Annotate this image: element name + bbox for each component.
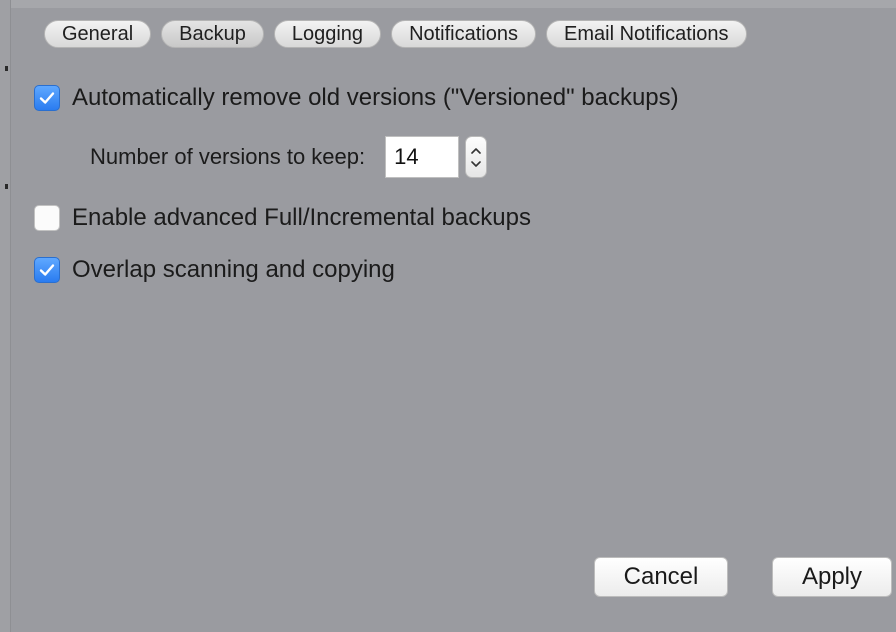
versions-label: Number of versions to keep: (90, 144, 366, 169)
window-left-edge (0, 0, 11, 632)
auto-remove-label: Automatically remove old versions ("Vers… (72, 84, 679, 111)
checkmark-icon (39, 264, 55, 276)
advanced-label: Enable advanced Full/Incremental backups (72, 204, 531, 231)
chevron-up-icon[interactable] (471, 147, 481, 154)
auto-remove-option[interactable]: Automatically remove old versions ("Vers… (34, 84, 679, 112)
versions-row: Number of versions to keep: 14 (90, 136, 488, 178)
preferences-window: General Backup Logging Notifications Ema… (0, 0, 896, 632)
tab-general[interactable]: General (44, 20, 152, 48)
versions-input[interactable]: 14 (385, 136, 460, 178)
tab-email-notifications[interactable]: Email Notifications (546, 20, 747, 48)
edge-mark (5, 66, 8, 71)
advanced-checkbox[interactable] (34, 205, 60, 231)
overlap-option[interactable]: Overlap scanning and copying (34, 256, 395, 284)
window-top-edge (10, 0, 896, 8)
overlap-checkbox[interactable] (34, 257, 60, 283)
advanced-option[interactable]: Enable advanced Full/Incremental backups (34, 204, 531, 232)
chevron-down-icon[interactable] (471, 160, 481, 167)
tab-notifications[interactable]: Notifications (391, 20, 536, 48)
cancel-button[interactable]: Cancel (594, 557, 728, 597)
overlap-label: Overlap scanning and copying (72, 256, 395, 283)
auto-remove-checkbox[interactable] (34, 85, 60, 111)
apply-button[interactable]: Apply (772, 557, 892, 597)
versions-stepper[interactable] (465, 136, 488, 178)
tab-bar: General Backup Logging Notifications Ema… (44, 20, 747, 48)
tab-logging[interactable]: Logging (273, 20, 382, 48)
edge-mark (5, 184, 8, 189)
checkmark-icon (39, 92, 55, 104)
tab-backup[interactable]: Backup (161, 20, 264, 48)
